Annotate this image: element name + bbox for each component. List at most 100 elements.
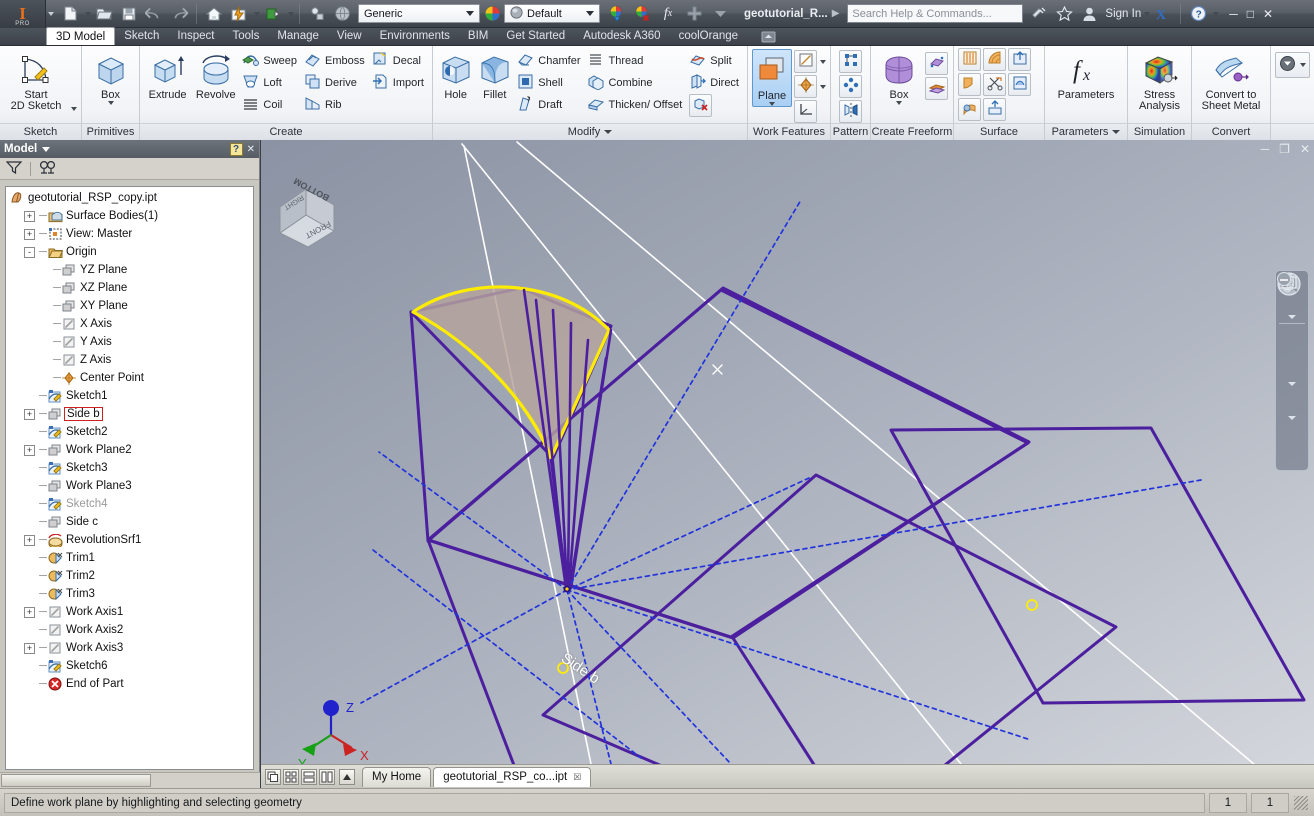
satellite-icon[interactable] — [1027, 2, 1051, 26]
rectangular-pattern-button[interactable] — [839, 50, 863, 73]
doc-tab-close-icon[interactable]: ☒ — [573, 772, 581, 783]
tree-node-label[interactable]: Center Point — [80, 372, 144, 384]
steering-wheel-caret-icon[interactable] — [1288, 315, 1296, 319]
user-avatar-icon[interactable] — [1077, 2, 1101, 26]
select-icon[interactable] — [305, 2, 329, 26]
appearance-dropper-icon[interactable] — [604, 2, 628, 26]
tree-node[interactable]: ─ Side c — [6, 513, 253, 531]
tree-node-label[interactable]: Y Axis — [80, 336, 112, 348]
thread-button[interactable]: Thread — [585, 50, 686, 71]
pan-hand-icon[interactable] — [1278, 272, 1306, 353]
split-button[interactable]: Split — [687, 50, 743, 71]
open-icon[interactable] — [92, 2, 116, 26]
tree-node[interactable]: + ─ Work Plane2 — [6, 441, 253, 459]
return-dropdown-caret-icon[interactable] — [288, 11, 294, 16]
work-plane-dropdown-caret-icon[interactable] — [769, 102, 775, 106]
minimize-button[interactable]: ─ — [1229, 7, 1238, 21]
tab-autodesk-a360[interactable]: Autodesk A360 — [574, 27, 669, 45]
tree-node-label[interactable]: XZ Plane — [80, 282, 127, 294]
tree-node-label[interactable]: Sketch3 — [66, 462, 108, 474]
tree-node[interactable]: ─ Sketch4 — [6, 495, 253, 513]
panel-modify-caret-icon[interactable] — [604, 130, 613, 134]
tree-node[interactable]: ─ Trim1 — [6, 549, 253, 567]
orbit-icon[interactable] — [1278, 272, 1306, 414]
tree-node-label[interactable]: YZ Plane — [80, 264, 127, 276]
fx-icon[interactable]: fx — [656, 2, 680, 26]
tree-node-label[interactable]: XY Plane — [80, 300, 128, 312]
tree-node-label[interactable]: geotutorial_RSP_copy.ipt — [28, 192, 157, 204]
extend-button[interactable] — [1008, 48, 1031, 71]
tree-node[interactable]: ─ Sketch2 — [6, 423, 253, 441]
box-primitive-button[interactable]: Box — [86, 49, 135, 105]
home-icon[interactable] — [202, 2, 226, 26]
tab-environments[interactable]: Environments — [371, 27, 459, 45]
help-icon[interactable]: ? — [1186, 2, 1210, 26]
zoom-caret-icon[interactable] — [1288, 382, 1296, 386]
sculpt-button[interactable] — [983, 48, 1006, 71]
tab-inspect[interactable]: Inspect — [168, 27, 223, 45]
tree-node[interactable]: ─ XY Plane — [6, 297, 253, 315]
tree-node-label[interactable]: End of Part — [66, 678, 124, 690]
tree-node-label[interactable]: Work Axis3 — [66, 642, 123, 654]
shell-button[interactable]: Shell — [515, 72, 584, 93]
extrude-button[interactable]: Extrude — [144, 49, 191, 101]
document-title-caret-icon[interactable]: ▶ — [832, 8, 840, 19]
parameters-button[interactable]: fx Parameters — [1049, 49, 1123, 101]
work-plane-button[interactable]: Plane — [752, 49, 792, 107]
ruled-surface-button[interactable] — [958, 98, 981, 121]
tree-expander-collapsed[interactable]: + — [24, 228, 35, 240]
tree-node[interactable]: ─ Trim2 — [6, 567, 253, 585]
tree-node-label[interactable]: Trim2 — [66, 570, 95, 582]
delete-face-button[interactable] — [689, 94, 713, 117]
view-cube[interactable]: FRONT BOTTOM RIGHT — [261, 178, 351, 268]
scroll-up-icon[interactable] — [339, 768, 355, 785]
look-at-camera-icon[interactable] — [1278, 273, 1306, 448]
tab-manage[interactable]: Manage — [268, 27, 328, 45]
freeform-quadball-button[interactable] — [925, 77, 949, 100]
tree-expander-collapsed[interactable]: + — [24, 408, 35, 420]
ribbon-display-options[interactable] — [761, 31, 788, 43]
application-menu-button[interactable]: I PRO — [0, 0, 46, 28]
tile-windows-icon[interactable] — [283, 768, 299, 785]
search-input[interactable]: Search Help & Commands... — [847, 4, 1024, 23]
viewport-close-button[interactable]: ✕ — [1300, 142, 1310, 156]
tree-node-label[interactable]: Work Axis1 — [66, 606, 123, 618]
update-icon[interactable] — [227, 2, 251, 26]
tree-node-label[interactable]: Side c — [66, 516, 98, 528]
material-combo[interactable]: Generic — [358, 4, 480, 23]
tree-node[interactable]: ─ Work Plane3 — [6, 477, 253, 495]
tab-tools[interactable]: Tools — [223, 27, 268, 45]
chamfer-button[interactable]: Chamfer — [515, 50, 584, 71]
tree-node[interactable]: ─ X Axis — [6, 315, 253, 333]
tab-3d-model[interactable]: 3D Model — [46, 27, 116, 45]
tab-sketch[interactable]: Sketch — [115, 27, 168, 45]
autodesk-exchange-icon[interactable]: X — [1151, 2, 1175, 26]
tile-vertical-icon[interactable] — [319, 768, 335, 785]
freeform-box-button[interactable]: Box — [875, 49, 923, 105]
tree-node-label[interactable]: Trim3 — [66, 588, 95, 600]
hole-button[interactable]: Hole — [437, 49, 474, 101]
sign-in-caret-icon[interactable] — [1144, 11, 1151, 16]
tree-node[interactable]: ─ End of Part — [6, 675, 253, 693]
tab-bim[interactable]: BIM — [459, 27, 497, 45]
trim-button[interactable] — [983, 73, 1006, 96]
tree-node[interactable]: ─ Trim3 — [6, 585, 253, 603]
browser-close-icon[interactable]: ✕ — [247, 144, 255, 155]
combine-button[interactable]: Combine — [585, 72, 686, 93]
material-combo-caret-icon[interactable] — [463, 6, 477, 21]
tree-node-label[interactable]: X Axis — [80, 318, 112, 330]
coil-button[interactable]: Coil — [240, 94, 301, 115]
work-point-button[interactable] — [794, 75, 817, 98]
doc-tab-my-home[interactable]: My Home — [362, 766, 432, 787]
tab-coolorange[interactable]: coolOrange — [670, 27, 747, 45]
customize-caret-icon[interactable] — [708, 2, 732, 26]
tree-node[interactable]: ─ YZ Plane — [6, 261, 253, 279]
plus-icon[interactable] — [682, 2, 706, 26]
new-icon[interactable] — [58, 2, 82, 26]
material-browser-icon[interactable] — [330, 2, 354, 26]
appearance-combo[interactable]: Default — [504, 4, 600, 23]
sweep-button[interactable]: Sweep — [240, 50, 301, 71]
favorites-star-icon[interactable] — [1052, 2, 1076, 26]
viewport-minimize-button[interactable]: ─ — [1261, 142, 1270, 156]
tree-node[interactable]: ─ Work Axis2 — [6, 621, 253, 639]
